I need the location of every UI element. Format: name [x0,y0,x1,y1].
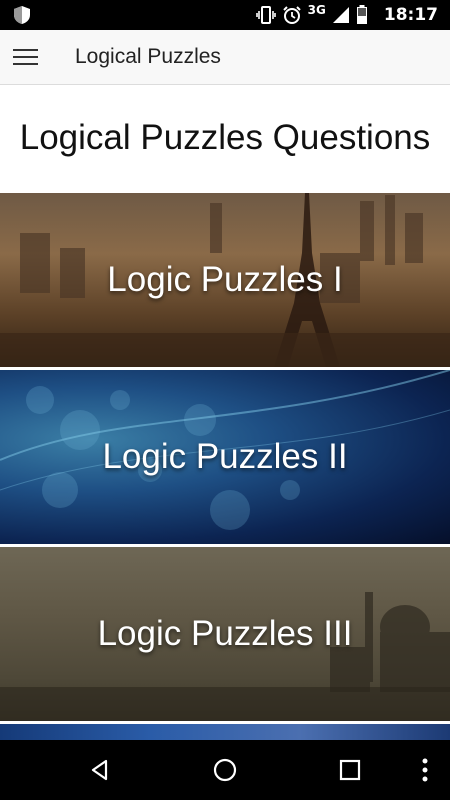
battery-icon [356,5,367,24]
signal-icon [332,7,349,23]
app-bar: Logical Puzzles [0,30,450,85]
card-label: Logic Puzzles I [107,260,343,299]
card-background-image [0,724,450,740]
clock: 18:17 [383,5,438,25]
card-logic-puzzles-2[interactable]: Logic Puzzles II [0,370,450,544]
card-label: Logic Puzzles II [102,437,348,476]
hamburger-menu-icon[interactable] [6,36,46,78]
shield-icon [14,6,30,24]
navigation-bar [0,740,450,800]
alarm-icon [282,6,301,24]
card-logic-puzzles-3[interactable]: Logic Puzzles III [0,547,450,721]
back-icon[interactable] [75,750,125,790]
card-logic-puzzles-1[interactable]: Logic Puzzles I [0,193,450,367]
recents-icon[interactable] [325,750,375,790]
card-label: Logic Puzzles III [97,614,353,653]
more-options-icon[interactable] [400,750,450,790]
status-bar: 3G 18:17 [0,0,450,30]
app-title: Logical Puzzles [75,45,221,68]
home-icon[interactable] [200,750,250,790]
card-logic-puzzles-4[interactable] [0,724,450,740]
vibrate-icon [255,6,276,24]
page-heading: Logical Puzzles Questions [19,118,431,157]
network-type-label: 3G [307,3,326,17]
